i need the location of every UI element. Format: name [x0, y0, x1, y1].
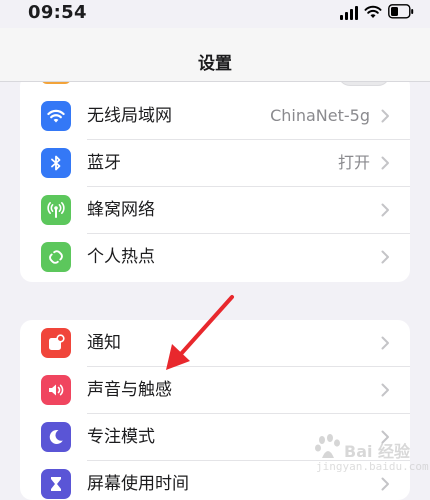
hotspot-icon — [41, 242, 71, 272]
notification-icon — [41, 328, 71, 358]
settings-row-label: 通知 — [87, 333, 121, 353]
speaker-icon — [41, 375, 71, 405]
moon-icon — [41, 422, 71, 452]
settings-row-bluetooth[interactable]: 蓝牙 打开 — [20, 140, 410, 187]
chevron-right-icon — [381, 336, 389, 350]
battery-icon — [388, 4, 414, 19]
chevron-right-icon — [381, 203, 389, 217]
page-title: 设置 — [198, 54, 232, 74]
settings-row-label: 无线局域网 — [87, 106, 172, 126]
watermark-text: Bai 经验 — [344, 442, 411, 461]
wifi-network-value: ChinaNet-5g — [270, 106, 370, 125]
settings-group-connectivity: 无线局域网 ChinaNet-5g 蓝牙 打开 蜂窝网络 个人热点 — [20, 74, 410, 282]
watermark-url: jingyan.baidu.com — [316, 460, 429, 473]
chevron-right-icon — [381, 250, 389, 264]
settings-row-cellular[interactable]: 蜂窝网络 — [20, 187, 410, 234]
navigation-bar: 设置 — [0, 28, 430, 82]
status-bar: 09:54 — [0, 0, 430, 28]
chevron-right-icon — [381, 383, 389, 397]
settings-row-label: 屏幕使用时间 — [87, 474, 189, 494]
antenna-icon — [41, 195, 71, 225]
settings-row-label: 蓝牙 — [87, 153, 121, 173]
bluetooth-status-value: 打开 — [337, 153, 370, 172]
status-time: 09:54 — [28, 2, 87, 23]
settings-row-wifi[interactable]: 无线局域网 ChinaNet-5g — [20, 93, 410, 140]
wifi-icon — [41, 101, 71, 131]
baidu-watermark: Bai 经验 jingyan.baidu.com — [308, 430, 429, 480]
settings-row-hotspot[interactable]: 个人热点 — [20, 234, 410, 281]
settings-row-label: 个人热点 — [87, 247, 155, 267]
bluetooth-icon — [41, 148, 71, 178]
settings-row-sounds-haptics[interactable]: 声音与触感 — [20, 367, 410, 414]
cellular-signal-icon — [340, 6, 358, 20]
settings-row-label: 声音与触感 — [87, 380, 172, 400]
settings-row-label: 专注模式 — [87, 427, 155, 447]
chevron-right-icon — [381, 109, 389, 123]
settings-row-label: 蜂窝网络 — [87, 200, 155, 220]
settings-row-notifications[interactable]: 通知 — [20, 320, 410, 367]
chevron-right-icon — [381, 156, 389, 170]
paw-logo-icon — [315, 434, 340, 458]
hourglass-icon — [41, 469, 71, 499]
wifi-icon — [364, 5, 382, 18]
